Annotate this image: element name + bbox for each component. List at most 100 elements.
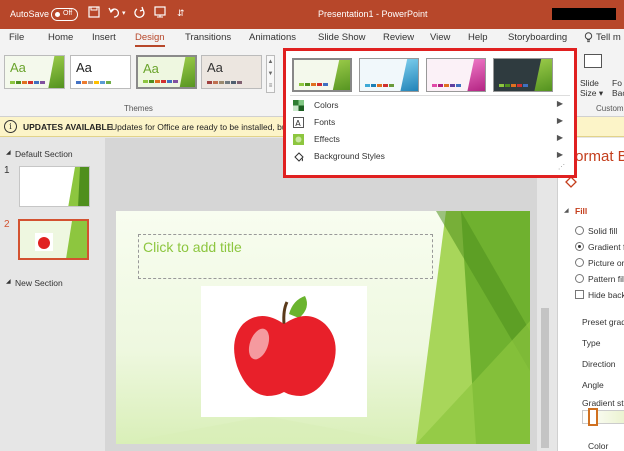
update-message: Updates for Office are ready to be insta…	[111, 122, 287, 132]
section-collapse-icon[interactable]: ◢	[6, 149, 11, 156]
submenu-arrow-icon: ▶	[556, 99, 563, 108]
save-icon[interactable]	[88, 6, 100, 21]
pattern-fill-label: Pattern fil	[588, 274, 624, 284]
solid-fill-radio[interactable]	[575, 226, 584, 235]
variant-accent-wedge	[534, 59, 552, 91]
theme-color-swatches	[10, 81, 45, 84]
variant-green[interactable]	[292, 58, 352, 92]
section-collapse-icon[interactable]: ◢	[6, 278, 11, 285]
gradient-stop-handle[interactable]	[588, 408, 598, 426]
title-bar: AutoSave Off ▾ ⇵ Presentation1 - PowerPo…	[0, 0, 624, 29]
slide-number-2: 2	[4, 219, 10, 230]
tab-help[interactable]: Help	[468, 32, 488, 43]
theme-preview-text: Aa	[10, 60, 26, 75]
autosave-knob	[55, 12, 60, 17]
tell-me-search[interactable]: Tell m	[596, 32, 621, 43]
fill-section-label[interactable]: Fill	[575, 206, 587, 216]
svg-text:A: A	[295, 119, 301, 128]
slide-canvas[interactable]: Click to add title	[116, 211, 530, 444]
tab-home[interactable]: Home	[48, 32, 73, 43]
slide-thumbnails-pane: ◢ Default Section 1 2 ◢ New Section	[0, 138, 105, 451]
undo-icon[interactable]	[108, 6, 121, 21]
active-tab-indicator	[135, 45, 165, 47]
variant-accent-wedge	[400, 59, 418, 91]
preset-gradients-label: Preset gradi	[582, 317, 624, 327]
redo-icon[interactable]	[134, 6, 146, 21]
variant-blue[interactable]	[359, 58, 419, 92]
picture-fill-label: Picture or	[588, 258, 624, 268]
variant-color-swatches	[299, 83, 328, 86]
gradient-fill-radio[interactable]	[575, 242, 584, 251]
theme-thumbnail-office[interactable]: Aa	[70, 55, 131, 89]
update-title: UPDATES AVAILABLE	[23, 122, 113, 132]
slide-thumbnail-1[interactable]	[19, 166, 90, 207]
document-title: Presentation1 - PowerPoint	[318, 9, 428, 19]
slide-vertical-scrollbar[interactable]	[537, 138, 557, 451]
effects-icon	[293, 134, 304, 145]
themes-group-label: Themes	[124, 104, 153, 113]
tab-view[interactable]: View	[430, 32, 450, 43]
user-account-redacted[interactable]	[552, 8, 616, 20]
lightbulb-icon	[584, 32, 593, 46]
theme-thumbnail-facet-2[interactable]: Aa	[136, 55, 197, 89]
themes-gallery-scroll[interactable]: ▲ ▼ ≡	[266, 55, 275, 93]
tab-storyboarding[interactable]: Storyboarding	[508, 32, 567, 43]
menu-item-colors-label: Colors	[314, 100, 339, 110]
variant-color-swatches	[499, 84, 528, 87]
autosave-state: Off	[63, 10, 73, 17]
undo-dropdown-icon[interactable]: ▾	[122, 9, 126, 17]
pattern-fill-radio[interactable]	[575, 274, 584, 283]
tab-transitions[interactable]: Transitions	[185, 32, 231, 43]
tab-slide-show[interactable]: Slide Show	[318, 32, 366, 43]
customize-qat-icon[interactable]: ⇵	[177, 8, 185, 19]
theme-thumbnail-facet-1[interactable]: Aa	[4, 55, 65, 89]
scrollbar-thumb[interactable]	[541, 308, 549, 448]
tab-animations[interactable]: Animations	[249, 32, 296, 43]
fill-section-collapse-icon[interactable]: ◢	[564, 207, 569, 214]
slide-size-icon[interactable]	[584, 54, 602, 68]
slide-thumbnail-1-graphic	[68, 167, 89, 206]
tab-review[interactable]: Review	[383, 32, 414, 43]
customize-group-label: Custom	[596, 104, 624, 113]
apple-image	[234, 296, 336, 396]
menu-item-effects-label: Effects	[314, 134, 340, 144]
variants-dropdown: Colors ▶ A Fonts ▶ Effects ▶ Background …	[283, 48, 577, 178]
menu-item-effects[interactable]: Effects ▶	[290, 131, 565, 148]
slide-thumbnail-2[interactable]	[18, 219, 89, 260]
submenu-arrow-icon: ▶	[556, 116, 563, 125]
format-background-button[interactable]: Fo Back	[612, 78, 624, 98]
tab-file[interactable]: File	[9, 32, 24, 43]
variant-accent-wedge	[332, 60, 350, 90]
picture-fill-radio[interactable]	[575, 258, 584, 267]
theme-preview-text: Aa	[143, 61, 159, 76]
menu-item-fonts[interactable]: A Fonts ▶	[290, 114, 565, 131]
direction-label: Direction	[582, 359, 616, 369]
section-new-label[interactable]: New Section	[15, 278, 63, 288]
menu-item-colors[interactable]: Colors ▶	[290, 97, 565, 114]
slide-size-button[interactable]: Slide Size ▾	[580, 78, 606, 98]
section-default-label[interactable]: Default Section	[15, 149, 73, 159]
autosave-toggle[interactable]: Off	[51, 8, 78, 21]
angle-label: Angle	[582, 380, 604, 390]
apple-picture[interactable]	[201, 286, 367, 417]
color-label: Color	[588, 441, 609, 451]
type-label: Type	[582, 338, 601, 348]
variant-pink[interactable]	[426, 58, 486, 92]
start-from-beginning-icon[interactable]	[154, 6, 166, 21]
tab-insert[interactable]: Insert	[92, 32, 116, 43]
gradient-stops-label: Gradient sto	[582, 398, 624, 408]
background-styles-icon	[294, 152, 304, 162]
menu-item-background-styles[interactable]: Background Styles ▶	[290, 148, 565, 165]
hide-background-label: Hide back	[588, 290, 624, 300]
slide-size-label: Slide Size	[580, 78, 599, 98]
theme-accent-wedge	[179, 57, 195, 87]
format-background-pane: Format Ba ◢ Fill Solid fill Gradient f P…	[557, 138, 624, 451]
hide-background-checkbox[interactable]	[575, 290, 584, 299]
theme-thumbnail-gallery[interactable]: Aa	[201, 55, 262, 89]
variant-accent-wedge	[467, 59, 485, 91]
menu-item-fonts-label: Fonts	[314, 117, 336, 127]
title-placeholder[interactable]: Click to add title	[138, 234, 433, 279]
tab-design[interactable]: Design	[135, 32, 165, 43]
resize-grip-icon[interactable]: ⋰	[558, 163, 565, 171]
variant-dark[interactable]	[493, 58, 553, 92]
